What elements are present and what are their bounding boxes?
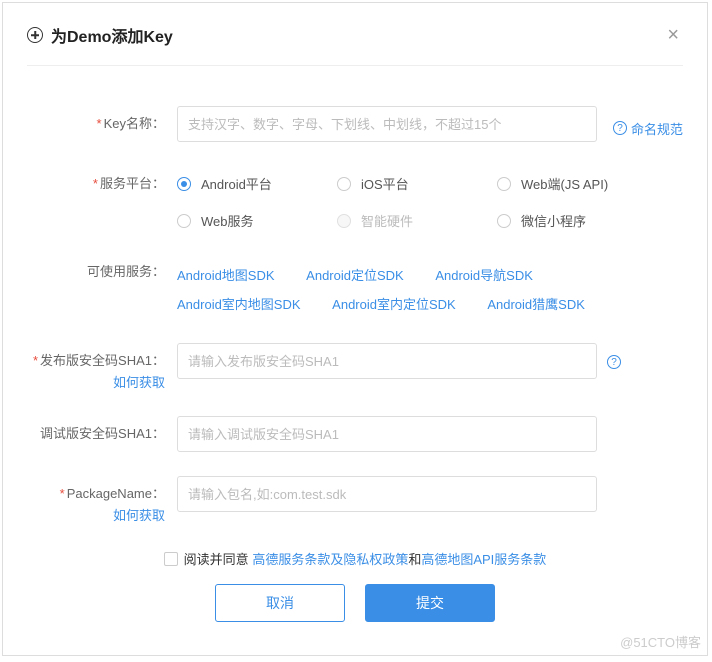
service-link[interactable]: Android导航SDK	[435, 262, 533, 291]
radio-icon	[177, 214, 191, 228]
label-debug-sha1: 调试版安全码SHA1：	[27, 416, 177, 444]
platform-option-web-service[interactable]: Web服务	[177, 211, 337, 230]
label-release-sha1: *发布版安全码SHA1： 如何获取	[27, 343, 177, 392]
tos-link[interactable]: 高德服务条款及隐私权政策	[252, 549, 408, 568]
package-name-help-link[interactable]: 如何获取	[27, 506, 165, 526]
required-marker: *	[60, 486, 65, 501]
row-package-name: *PackageName： 如何获取	[27, 476, 683, 525]
naming-convention-link[interactable]: ? 命名规范	[613, 111, 683, 138]
key-name-input[interactable]	[177, 106, 597, 142]
row-services: 可使用服务： Android地图SDK Android定位SDK Android…	[27, 254, 683, 319]
package-name-input[interactable]	[177, 476, 597, 512]
platform-radio-group: Android平台 iOS平台 Web端(JS API) Web服务 智能硬件	[177, 166, 683, 230]
service-link[interactable]: Android室内定位SDK	[332, 291, 456, 320]
label-package-name: *PackageName： 如何获取	[27, 476, 177, 525]
agreement-checkbox[interactable]	[164, 552, 178, 566]
service-list: Android地图SDK Android定位SDK Android导航SDK A…	[177, 254, 683, 319]
release-sha1-help-link[interactable]: 如何获取	[27, 373, 165, 393]
radio-icon	[177, 177, 191, 191]
radio-icon	[337, 177, 351, 191]
row-release-sha1: *发布版安全码SHA1： 如何获取 ?	[27, 343, 683, 392]
watermark: @51CTO博客	[620, 632, 701, 651]
platform-option-ios[interactable]: iOS平台	[337, 174, 497, 193]
row-debug-sha1: 调试版安全码SHA1：	[27, 416, 683, 452]
row-platform: *服务平台： Android平台 iOS平台 Web端(JS API)	[27, 166, 683, 230]
api-tos-link[interactable]: 高德地图API服务条款	[421, 549, 546, 568]
agreement-row: 阅读并同意 高德服务条款及隐私权政策 和 高德地图API服务条款	[27, 549, 683, 568]
service-link[interactable]: Android地图SDK	[177, 262, 275, 291]
service-link[interactable]: Android猎鹰SDK	[487, 291, 585, 320]
service-link[interactable]: Android室内地图SDK	[177, 291, 301, 320]
radio-icon	[497, 214, 511, 228]
row-key-name: *Key名称： ? 命名规范	[27, 106, 683, 142]
required-marker: *	[97, 116, 102, 131]
label-key-name: *Key名称：	[27, 106, 177, 134]
submit-button[interactable]: 提交	[365, 584, 495, 622]
agreement-prefix: 阅读并同意	[184, 549, 249, 568]
radio-icon	[497, 177, 511, 191]
add-key-dialog: 为Demo添加Key × *Key名称： ? 命名规范 *服务平台： Andro…	[2, 2, 708, 656]
button-row: 取消 提交	[27, 584, 683, 622]
platform-option-web-js[interactable]: Web端(JS API)	[497, 174, 657, 193]
service-link[interactable]: Android定位SDK	[306, 262, 404, 291]
debug-sha1-input[interactable]	[177, 416, 597, 452]
plus-circle-icon	[27, 27, 43, 43]
required-marker: *	[93, 176, 98, 191]
dialog-header: 为Demo添加Key ×	[27, 23, 683, 66]
platform-option-smart-hardware: 智能硬件	[337, 211, 497, 230]
dialog-title: 为Demo添加Key	[51, 23, 173, 47]
close-icon[interactable]: ×	[663, 25, 683, 45]
release-sha1-input[interactable]	[177, 343, 597, 379]
label-services: 可使用服务：	[27, 254, 177, 282]
cancel-button[interactable]: 取消	[215, 584, 345, 622]
radio-icon	[337, 214, 351, 228]
required-marker: *	[33, 353, 38, 368]
platform-option-android[interactable]: Android平台	[177, 174, 337, 193]
question-circle-icon: ?	[613, 121, 627, 135]
question-circle-icon: ?	[607, 355, 621, 369]
label-platform: *服务平台：	[27, 166, 177, 194]
agreement-sep: 和	[408, 549, 421, 568]
release-sha1-help-icon[interactable]: ?	[607, 353, 625, 369]
platform-option-wechat-mini[interactable]: 微信小程序	[497, 211, 657, 230]
